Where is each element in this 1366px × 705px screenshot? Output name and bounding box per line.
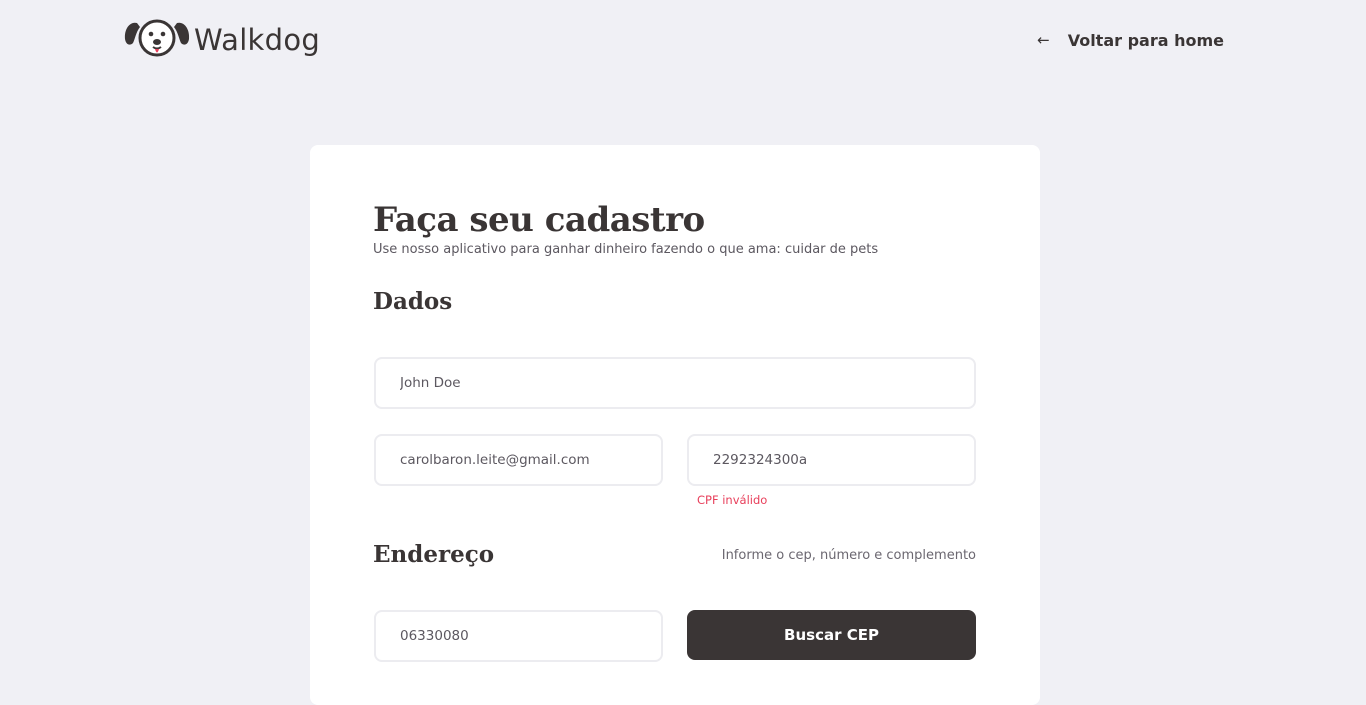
page-title: Faça seu cadastro <box>373 200 705 240</box>
cep-input[interactable] <box>374 610 663 662</box>
back-to-home-label: Voltar para home <box>1067 30 1224 50</box>
section-title-dados: Dados <box>373 288 453 315</box>
cpf-input[interactable] <box>687 434 976 486</box>
dog-face-icon <box>124 17 190 61</box>
cpf-error-message: CPF inválido <box>697 493 768 507</box>
header: Walkdog ← Voltar para home <box>0 0 1366 80</box>
email-input[interactable] <box>374 434 663 486</box>
name-input[interactable] <box>374 357 976 409</box>
logo[interactable]: Walkdog <box>124 17 320 61</box>
signup-card: Faça seu cadastro Use nosso aplicativo p… <box>310 145 1040 705</box>
back-to-home-link[interactable]: ← Voltar para home <box>1037 28 1224 52</box>
search-cep-button[interactable]: Buscar CEP <box>687 610 976 660</box>
section-title-endereco: Endereço <box>373 541 495 568</box>
logo-text: Walkdog <box>194 22 321 57</box>
endereco-hint: Informe o cep, número e complemento <box>721 548 976 563</box>
arrow-left-icon: ← <box>1037 30 1050 49</box>
page-subtitle: Use nosso aplicativo para ganhar dinheir… <box>373 242 879 257</box>
